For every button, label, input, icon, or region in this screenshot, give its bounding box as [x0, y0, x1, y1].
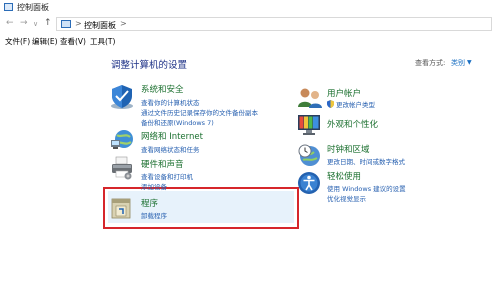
link-change-account-type[interactable]: 更改帐户类型: [336, 99, 375, 109]
breadcrumb-separator-icon[interactable]: >: [75, 19, 82, 28]
breadcrumb-separator-icon[interactable]: >: [120, 19, 127, 28]
category-network-internet[interactable]: 网络和 Internet: [141, 130, 203, 142]
category-clock-region[interactable]: 时钟和区域: [327, 143, 370, 155]
network-icon[interactable]: [110, 129, 134, 151]
category-appearance-personalization[interactable]: 外观和个性化: [327, 118, 378, 130]
accessibility-icon[interactable]: [297, 171, 321, 195]
back-arrow-icon[interactable]: ←: [6, 18, 14, 28]
programs-highlight-box: [103, 187, 299, 229]
chevron-down-icon[interactable]: ▼: [467, 59, 472, 66]
address-bar-row: ← → ∨ ↑ > 控制面板 >: [0, 14, 498, 34]
address-box[interactable]: > 控制面板 >: [56, 17, 492, 31]
link-file-history-backup[interactable]: 通过文件历史记录保存你的文件备份副本: [141, 107, 258, 117]
title-bar: 控制面板: [0, 0, 498, 14]
uac-shield-icon: [327, 100, 334, 108]
category-hardware-sound[interactable]: 硬件和声音: [141, 158, 184, 170]
printer-icon[interactable]: [110, 156, 134, 180]
recent-locations-chevron-icon[interactable]: ∨: [33, 20, 38, 28]
control-panel-icon: [4, 3, 13, 11]
category-user-accounts[interactable]: 用户帐户: [327, 87, 361, 99]
link-view-computer-status[interactable]: 查看你的计算机状态: [141, 97, 200, 107]
shield-icon[interactable]: [110, 84, 134, 110]
menu-tools[interactable]: 工具(T): [90, 36, 115, 47]
category-system-security[interactable]: 系统和安全: [141, 83, 184, 95]
view-by-label: 查看方式:: [415, 59, 446, 67]
page-title: 调整计算机的设置: [111, 60, 188, 71]
breadcrumb-control-panel[interactable]: 控制面板: [84, 20, 116, 31]
window-title: 控制面板: [17, 3, 49, 12]
category-programs[interactable]: 程序: [141, 197, 158, 209]
link-windows-recommended-settings[interactable]: 使用 Windows 建议的设置: [327, 183, 406, 193]
category-ease-of-access[interactable]: 轻松使用: [327, 170, 361, 182]
menu-file[interactable]: 文件(F): [5, 36, 30, 47]
link-optimize-visual-display[interactable]: 优化视觉显示: [327, 193, 366, 203]
forward-arrow-icon[interactable]: →: [20, 18, 28, 28]
users-icon[interactable]: [297, 87, 323, 109]
monitor-icon[interactable]: [297, 114, 321, 136]
clock-globe-icon[interactable]: [297, 143, 321, 167]
link-devices-printers[interactable]: 查看设备和打印机: [141, 171, 193, 181]
menu-bar: 文件(F) 编辑(E) 查看(V) 工具(T): [0, 34, 498, 47]
link-uninstall-program[interactable]: 卸载程序: [141, 210, 167, 220]
control-panel-icon: [61, 20, 71, 28]
menu-view[interactable]: 查看(V): [60, 36, 86, 47]
programs-icon[interactable]: [110, 196, 132, 220]
link-backup-restore[interactable]: 备份和还原(Windows 7): [141, 117, 214, 127]
up-arrow-icon[interactable]: ↑: [44, 18, 52, 28]
link-change-date-time-format[interactable]: 更改日期、时间或数字格式: [327, 156, 405, 166]
view-by-dropdown[interactable]: 类别: [451, 58, 465, 68]
link-network-status[interactable]: 查看网络状态和任务: [141, 144, 200, 154]
link-add-device[interactable]: 添加设备: [141, 181, 167, 191]
menu-edit[interactable]: 编辑(E): [32, 36, 58, 47]
